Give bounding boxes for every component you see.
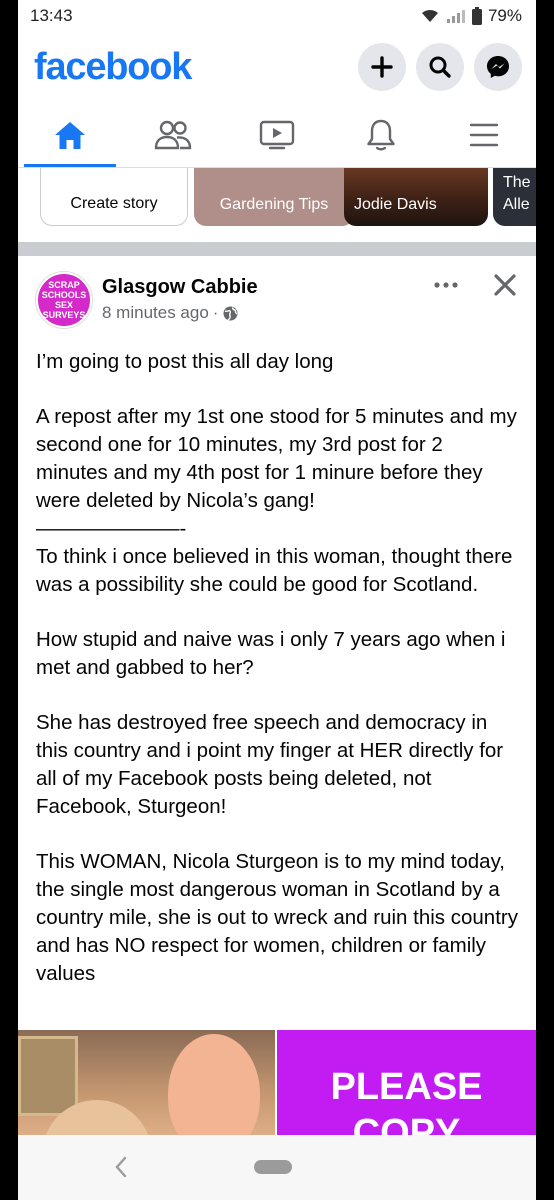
signal-icon <box>446 10 465 23</box>
story-create[interactable]: Create story <box>40 168 188 226</box>
messenger-icon <box>487 56 509 78</box>
header-actions <box>358 43 522 91</box>
post-paragraph: How stupid and naive was i only 7 years … <box>36 628 506 679</box>
messenger-button[interactable] <box>474 43 522 91</box>
meta-separator: · <box>212 303 219 322</box>
create-button[interactable] <box>358 43 406 91</box>
story-label: Gardening Tips <box>219 196 329 213</box>
post-text: I’m going to post this all day long A re… <box>18 336 536 988</box>
story-label-line2: Alle <box>503 196 530 213</box>
feed-post: SCRAP SCHOOLS SEX SURVEYS Glasgow Cabbie… <box>18 256 536 988</box>
phone-screen: 13:43 79% facebook Create story Gardenin… <box>18 0 536 1200</box>
stories-strip: Create story Gardening Tips Jodie Davis … <box>18 168 536 242</box>
close-icon[interactable] <box>494 274 516 296</box>
post-time-row: 8 minutes ago · <box>102 303 258 323</box>
battery-level: 79% <box>487 6 522 25</box>
home-gesture-pill[interactable] <box>254 1160 292 1174</box>
globe-icon <box>223 306 238 321</box>
avatar-text-line: SCRAP <box>48 280 80 290</box>
post-dash-line: ———————- <box>36 517 187 540</box>
story-jodie-davis[interactable]: Jodie Davis <box>344 168 488 226</box>
story-label-line1: The <box>503 174 531 191</box>
wifi-icon <box>421 9 438 22</box>
post-time[interactable]: 8 minutes ago <box>102 303 209 323</box>
back-chevron-icon[interactable] <box>114 1155 128 1179</box>
author-name[interactable]: Glasgow Cabbie <box>102 276 258 299</box>
post-paragraph: A repost after my 1st one stood for 5 mi… <box>36 405 517 512</box>
plus-icon <box>371 56 393 78</box>
tab-home[interactable] <box>18 102 122 167</box>
avatar-text-line: SEX <box>54 300 73 310</box>
status-bar: 13:43 79% <box>18 0 536 32</box>
search-button[interactable] <box>416 43 464 91</box>
photo-frame-detail <box>18 1036 78 1116</box>
system-nav-bar <box>18 1135 536 1200</box>
post-meta: Glasgow Cabbie 8 minutes ago · <box>102 272 258 323</box>
story-label: Jodie Davis <box>354 196 437 213</box>
tab-notifications[interactable] <box>329 102 433 167</box>
tab-friends[interactable] <box>122 102 226 167</box>
home-icon <box>54 121 85 149</box>
image-text-line: PLEASE <box>330 1066 483 1108</box>
facebook-logo[interactable]: facebook <box>34 46 192 89</box>
tab-video[interactable] <box>225 102 329 167</box>
post-paragraph: She has destroyed free speech and democr… <box>36 711 504 818</box>
tab-menu[interactable] <box>432 102 536 167</box>
story-gardening-tips[interactable]: Gardening Tips <box>194 168 354 226</box>
post-paragraph: To think i once believed in this woman, … <box>36 545 513 596</box>
story-partial[interactable]: The Alle <box>493 168 536 226</box>
section-divider <box>18 242 536 256</box>
bell-icon <box>366 119 395 150</box>
status-time: 13:43 <box>30 6 73 25</box>
status-icons: 79% <box>420 6 522 26</box>
more-options-icon[interactable] <box>434 282 458 288</box>
avatar-text-line: SCHOOLS <box>41 290 87 300</box>
avatar[interactable]: SCRAP SCHOOLS SEX SURVEYS <box>36 272 92 328</box>
friends-icon <box>155 120 192 149</box>
post-paragraph: I’m going to post this all day long <box>36 350 334 373</box>
avatar-text-line: SURVEYS <box>42 310 86 320</box>
app-header: facebook <box>18 32 536 102</box>
post-actions <box>434 274 516 296</box>
battery-icon <box>471 7 482 25</box>
video-icon <box>259 120 295 149</box>
nav-tabs <box>18 102 536 168</box>
post-paragraph: This WOMAN, Nicola Sturgeon is to my min… <box>36 850 518 985</box>
search-icon <box>429 56 451 78</box>
menu-icon <box>469 123 499 146</box>
story-create-label: Create story <box>70 195 158 212</box>
